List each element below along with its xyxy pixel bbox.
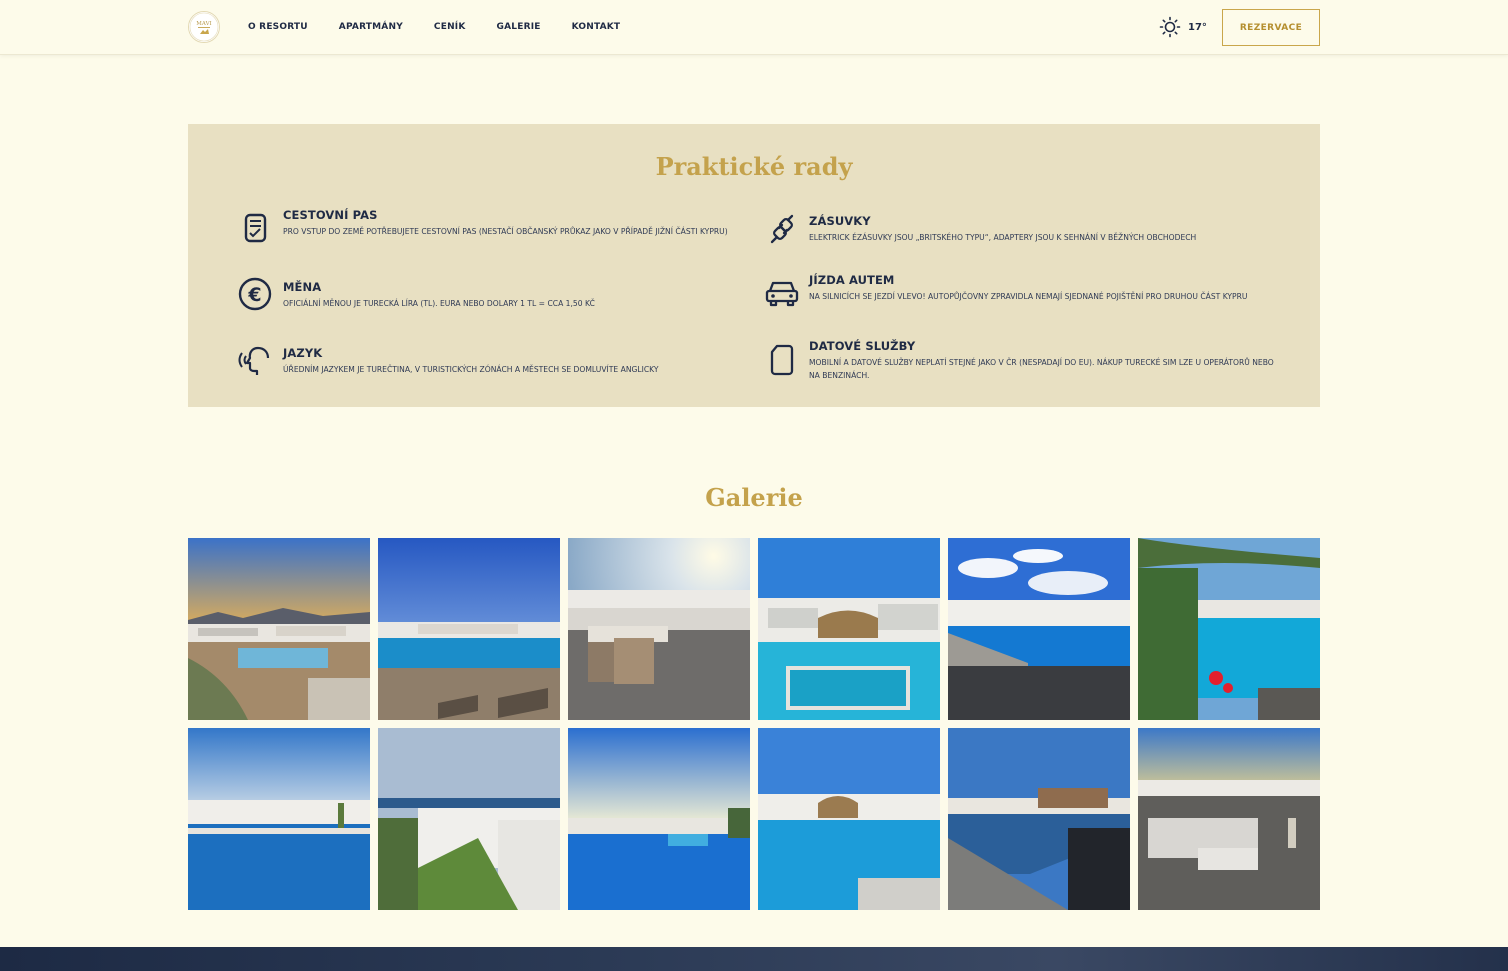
- gallery-photo[interactable]: [758, 728, 940, 910]
- gallery-photo[interactable]: [568, 728, 750, 910]
- tip-data-services-text: Mobilní a datové služby neplatí stejné j…: [809, 358, 1274, 380]
- tip-language-text: Úředním jazykem je turečtina, v turistic…: [283, 365, 659, 374]
- nav-item-cenik[interactable]: CENÍK: [434, 21, 466, 33]
- temperature: 17°: [1188, 21, 1207, 33]
- gallery-photo[interactable]: [378, 728, 560, 910]
- tip-driving-text: Na silnicích se jezdí vlevo! Autopůjčovn…: [809, 292, 1248, 301]
- gallery-photo[interactable]: [378, 538, 560, 720]
- tip-passport-title: CESTOVNÍ PAS: [283, 208, 378, 222]
- footer-strip: [0, 947, 1508, 971]
- gallery-title: Galerie: [705, 483, 803, 512]
- gallery-photo[interactable]: [1138, 728, 1320, 910]
- tip-language-title: JAZYK: [283, 346, 323, 360]
- speech-icon: [238, 346, 270, 375]
- nav-item-kontakt[interactable]: KONTAKT: [572, 21, 621, 33]
- nav-item-galerie[interactable]: GALERIE: [497, 21, 541, 33]
- tip-data-services-title: DATOVÉ SLUŽBY: [809, 339, 916, 353]
- sim-icon: [770, 344, 794, 376]
- car-icon: [765, 281, 799, 307]
- euro-icon: €: [238, 277, 272, 311]
- plug-icon: [770, 214, 794, 244]
- gallery-photo[interactable]: [758, 538, 940, 720]
- passport-icon: [244, 213, 267, 243]
- gallery-photo[interactable]: [188, 538, 370, 720]
- logo-text: MAVI: [196, 21, 211, 27]
- reserve-button[interactable]: REZERVACE: [1222, 9, 1320, 46]
- tip-currency-text: Oficiální měnou je turecká líra (TL). Eu…: [283, 299, 595, 308]
- tip-sockets-text: Elektrick ézásuvky jsou „britského typu“…: [809, 233, 1197, 242]
- tips-title: Praktické rady: [655, 152, 853, 181]
- tip-driving-title: JÍZDA AUTEM: [809, 273, 895, 287]
- gallery-photo[interactable]: [948, 728, 1130, 910]
- svg-text:€: €: [247, 284, 261, 306]
- gallery-photo[interactable]: [568, 538, 750, 720]
- practical-tips-section: Praktické rady CESTOVNÍ PAS Pro vstup do…: [188, 124, 1320, 407]
- gallery-photo[interactable]: [1138, 538, 1320, 720]
- tip-sockets-title: ZÁSUVKY: [809, 214, 871, 228]
- logo-emblem-icon: MAVI: [189, 12, 219, 42]
- nav-item-apartmany[interactable]: APARTMÁNY: [339, 21, 403, 33]
- tip-currency-title: MĚNA: [283, 280, 322, 294]
- sun-icon: [1159, 16, 1181, 38]
- gallery-photo[interactable]: [188, 728, 370, 910]
- main-nav: O RESORTU APARTMÁNY CENÍK GALERIE KONTAK…: [248, 21, 651, 33]
- resort-logo[interactable]: MAVI: [188, 11, 220, 43]
- gallery-photo[interactable]: [948, 538, 1130, 720]
- weather-widget: 17°: [1159, 16, 1207, 38]
- nav-item-o-resortu[interactable]: O RESORTU: [248, 21, 308, 33]
- site-header: MAVI O RESORTU APARTMÁNY CENÍK GALERIE K…: [0, 0, 1508, 55]
- tip-passport-text: Pro vstup do země potřebujete cestovní p…: [283, 227, 728, 236]
